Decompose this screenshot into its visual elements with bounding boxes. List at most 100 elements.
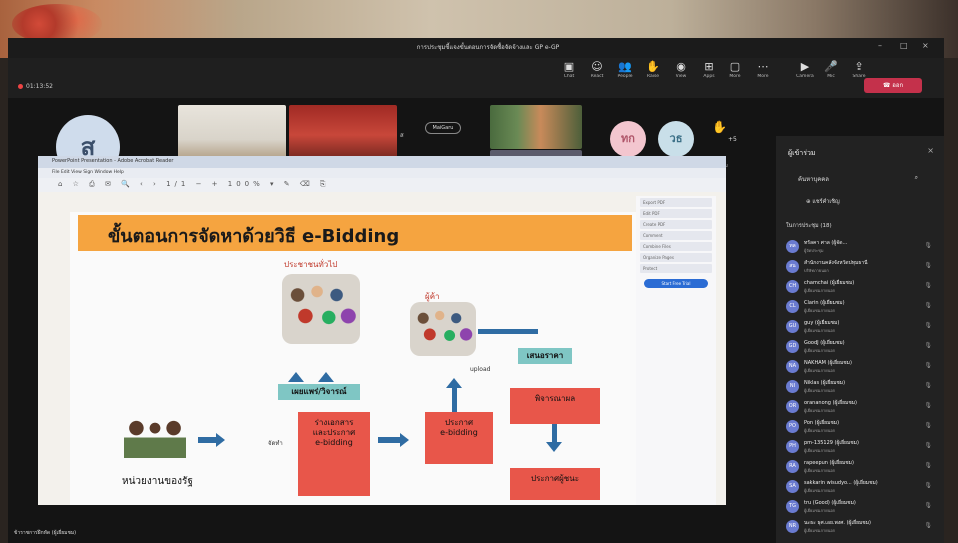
toolbar-button-5[interactable]: ⊞ Apps: [696, 60, 722, 79]
search-people[interactable]: ค้นหาบุคคล ⌕: [798, 174, 918, 188]
list-item[interactable]: ทล ทรัลคา ศาล (ผู้จัด... ผู้จัดประชุม 🎙: [786, 236, 936, 256]
participant-name: นะธะ ธุศ.เอย.พงศ. (ผู้เยี่ยมชม): [804, 519, 871, 526]
avatar: RA: [786, 459, 799, 473]
close-button[interactable]: ×: [922, 41, 929, 50]
avatar: PO: [786, 419, 799, 433]
toolbar-label: Apps: [703, 74, 715, 79]
toolbar-button-2[interactable]: 👥 People: [612, 60, 638, 79]
mic-off-icon: 🎙: [924, 402, 932, 409]
upload-label: upload: [470, 366, 491, 373]
minimize-button[interactable]: –: [878, 41, 882, 50]
video-tile-name: ส: [400, 132, 404, 139]
avatar: SA: [786, 479, 799, 493]
title-bar: การประชุมชี้แจงขั้นตอนการจัดซื้อจัดจ้างแ…: [8, 38, 944, 58]
reader-tool-item[interactable]: Organize Pages: [640, 253, 712, 262]
slide-title-bar: ขั้นตอนการจัดหาด้วยวิธี e-Bidding: [78, 215, 632, 251]
video-tile-person[interactable]: [490, 105, 582, 149]
toolbar-label: View: [675, 74, 687, 79]
participant-role: ผู้เยี่ยมชมภายนอก: [804, 347, 836, 353]
list-item[interactable]: NI Niklas (ผู้เยี่ยมชม) ผู้เยี่ยมชมภายนอก 🎙: [786, 376, 936, 396]
list-item[interactable]: GU guy (ผู้เยี่ยมชม) ผู้เยี่ยมชมภายนอก 🎙: [786, 316, 936, 336]
toolbar-button-1[interactable]: ☺ React: [584, 60, 610, 79]
more-participants[interactable]: +5: [728, 136, 737, 143]
avatar: GD: [786, 339, 799, 353]
participant-role: ผู้จัดประชุม: [804, 247, 824, 253]
search-label: ค้นหาบุคคล: [798, 176, 829, 183]
participant-role: ผู้เยี่ยมชมภายนอก: [804, 407, 836, 413]
arrow-right-agency-icon: [216, 433, 225, 447]
participant-info: Pon (ผู้เยี่ยมชม) ผู้เยี่ยมชมภายนอก: [804, 419, 914, 434]
close-panel-icon[interactable]: ×: [927, 146, 934, 155]
toolbar-button-9[interactable]: 🎤 Mic: [818, 60, 844, 79]
reader-tool-item[interactable]: Protect: [640, 264, 712, 273]
critique-box: เผยแพร่/วิจารณ์: [278, 384, 360, 400]
list-item[interactable]: OR orananong (ผู้เยี่ยมชม) ผู้เยี่ยมชมภายน…: [786, 396, 936, 416]
mic-off-icon: 🎙: [924, 282, 932, 289]
reader-tool-item[interactable]: Export PDF: [640, 198, 712, 207]
participant-name: sakkarin wisudyo... (ผู้เยี่ยมชม): [804, 479, 878, 486]
toolbar-button-6[interactable]: ▢ More: [722, 60, 748, 79]
toolbar-button-8[interactable]: ▶ Camera: [792, 60, 818, 79]
participant-role: ผู้เยี่ยมชมภายนอก: [804, 287, 836, 293]
participant-info: rapeepun (ผู้เยี่ยมชม) ผู้เยี่ยมชมภายนอก: [804, 459, 914, 474]
toolbar-button-0[interactable]: ▣ Chat: [556, 60, 582, 79]
avatar: TG: [786, 499, 799, 513]
toolbar-8-icon: ▶: [800, 60, 810, 73]
in-meeting-header[interactable]: ในการประชุม (18): [786, 222, 832, 230]
avatar-2[interactable]: วธ: [658, 121, 694, 157]
toolbar-label: Mic: [827, 74, 835, 79]
participant-role: ผู้เยี่ยมชมภายนอก: [804, 387, 836, 393]
list-item[interactable]: SA sakkarin wisudyo... (ผู้เยี่ยมชม) ผู้เย…: [786, 476, 936, 496]
status-caption: ข้าราชการฝึกหัด (ผู้เยี่ยมชม): [14, 530, 77, 536]
leave-button[interactable]: ☎ ออก: [864, 78, 922, 93]
reader-toolbar[interactable]: ⌂ ☆ ⎙ ✉ 🔍 ‹ › 1/1 − + 100% ▾ ✎ ⌫ ⎘: [38, 178, 726, 192]
avatar-1[interactable]: ทก: [610, 121, 646, 157]
list-item[interactable]: CL Clarin (ผู้เยี่ยมชม) ผู้เยี่ยมชมภายนอก 🎙: [786, 296, 936, 316]
list-item[interactable]: PH pm-135129 (ผู้เยี่ยมชม) ผู้เยี่ยมชมภายน…: [786, 436, 936, 456]
list-item[interactable]: สน สำนักงานคลังจังหวัดปทุมธานี บริษัทภายนอ…: [786, 256, 936, 276]
arrow-up-icon: [446, 378, 462, 388]
participant-name: Pon (ผู้เยี่ยมชม): [804, 419, 840, 426]
list-item[interactable]: TG tru (Good) (ผู้เยี่ยมชม) ผู้เยี่ยมชมภาย…: [786, 496, 936, 516]
reader-tool-item[interactable]: Combine Files: [640, 242, 712, 251]
participant-list: ทล ทรัลคา ศาล (ผู้จัด... ผู้จัดประชุม 🎙 สน สำ…: [786, 236, 936, 536]
winner-box: ประกาศผู้ชนะ: [510, 468, 600, 500]
list-item[interactable]: CH chamchai (ผู้เยี่ยมชม) ผู้เยี่ยมชมภายนอ…: [786, 276, 936, 296]
reader-tool-item[interactable]: Create PDF: [640, 220, 712, 229]
list-item[interactable]: NR นะธะ ธุศ.เอย.พงศ. (ผู้เยี่ยมชม) ผู้เยี่…: [786, 516, 936, 536]
avatar: สน: [786, 259, 799, 273]
public-crowd-image: [282, 274, 360, 344]
toolbar-label: React: [590, 74, 604, 79]
participant-name: ทรัลคา ศาล (ผู้จัด...: [804, 239, 848, 246]
maximize-button[interactable]: □: [900, 41, 908, 50]
participant-name: GoodJ (ผู้เยี่ยมชม): [804, 339, 845, 346]
reader-tool-item[interactable]: Comment: [640, 231, 712, 240]
avatar: CH: [786, 279, 799, 293]
toolbar-button-7[interactable]: ⋯ More: [750, 60, 776, 79]
reader-menu[interactable]: File Edit View Sign Window Help: [38, 168, 726, 178]
list-item[interactable]: NA NAKHAM (ผู้เยี่ยมชม) ผู้เยี่ยมชมภายนอก 🎙: [786, 356, 936, 376]
toolbar-label: People: [617, 74, 633, 79]
share-invite-button[interactable]: ⊕ แชร์คำเชิญ: [806, 198, 840, 206]
list-item[interactable]: GD GoodJ (ผู้เยี่ยมชม) ผู้เยี่ยมชมภายนอก 🎙: [786, 336, 936, 356]
toolbar-0-icon: ▣: [563, 60, 575, 73]
participant-role: ผู้เยี่ยมชมภายนอก: [804, 467, 836, 473]
toolbar-3-icon: ✋: [646, 60, 660, 73]
toolbar-button-4[interactable]: ◉ View: [668, 60, 694, 79]
toolbar-5-icon: ⊞: [704, 60, 714, 73]
list-item[interactable]: RA rapeepun (ผู้เยี่ยมชม) ผู้เยี่ยมชมภายนอ…: [786, 456, 936, 476]
free-trial-button[interactable]: Start Free Trial: [644, 279, 708, 288]
arrow-up-left-icon: [288, 372, 304, 382]
reader-tool-item[interactable]: Edit PDF: [640, 209, 712, 218]
avatar: NA: [786, 359, 799, 373]
toolbar-label: Chat: [563, 74, 575, 79]
list-item[interactable]: PO Pon (ผู้เยี่ยมชม) ผู้เยี่ยมชมภายนอก 🎙: [786, 416, 936, 436]
toolbar-button-10[interactable]: ⇪ Share: [846, 60, 872, 79]
panel-title: ผู้เข้าร่วม: [788, 149, 816, 157]
participants-panel: ผู้เข้าร่วม × ค้นหาบุคคล ⌕ ⊕ แชร์คำเชิญ …: [776, 136, 944, 543]
reader-title-bar: PowerPoint Presentation - Adobe Acrobat …: [38, 156, 726, 168]
bid-box: เสนอราคา: [518, 348, 572, 364]
avatar: NI: [786, 379, 799, 393]
toolbar-button-3[interactable]: ✋ Raise: [640, 60, 666, 79]
participant-info: orananong (ผู้เยี่ยมชม) ผู้เยี่ยมชมภายนอก: [804, 399, 914, 414]
